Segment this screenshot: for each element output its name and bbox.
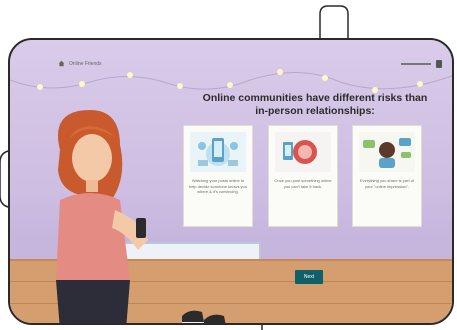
risk-card-2: Once you post something online you can't… xyxy=(268,125,338,227)
phone-person-icon xyxy=(190,132,246,172)
top-controls xyxy=(401,60,442,68)
risk-card-3: Everything you share is part of your "on… xyxy=(352,125,422,227)
next-button[interactable]: Next xyxy=(295,270,323,284)
sneakers-illustration xyxy=(182,310,226,323)
breadcrumb-label[interactable]: Online Friends xyxy=(69,61,102,67)
string-lights xyxy=(10,69,452,93)
progress-line xyxy=(401,63,431,65)
card-caption: Everything you share is part of your "on… xyxy=(359,178,415,189)
audio-icon[interactable] xyxy=(436,60,442,68)
tablet-screen: Online Friends Online communities have d… xyxy=(8,38,454,325)
card-caption: Once you post something online you can't… xyxy=(274,178,332,189)
risk-card-1: Watching your posts online to help decid… xyxy=(183,125,253,227)
breadcrumb[interactable]: Online Friends xyxy=(58,60,102,67)
card-caption: Watching your posts online to help decid… xyxy=(188,178,248,194)
girl-with-phone-illustration xyxy=(56,110,148,323)
shield-icon xyxy=(275,132,331,172)
page-heading: Online communities have different risks … xyxy=(202,92,428,117)
home-icon[interactable] xyxy=(58,60,65,67)
profile-chat-icon xyxy=(359,132,415,172)
